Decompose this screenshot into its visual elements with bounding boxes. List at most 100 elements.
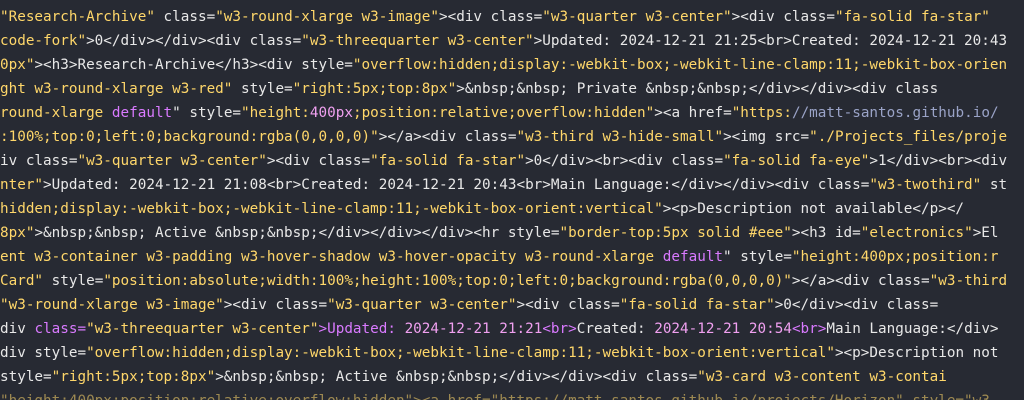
code-token: div [0,321,35,337]
code-token: ><div class= [223,297,328,313]
code-token: "height:400px;position:relative;overflow… [0,393,998,400]
code-token: ><img src= [723,129,810,145]
code-token: <br> [542,321,577,337]
code-token: "border-top:5px solid #eee" [559,225,792,241]
code-line: code-fork">0</div></div><div class="w3-t… [0,29,1007,53]
code-token: ></a><div class= [791,273,930,289]
code-token: "https: [731,105,792,121]
code-token: 400px [309,105,353,121]
code-token: "height: [241,105,310,121]
code-line: "height:400px;position:relative;overflow… [0,389,998,400]
code-token: :100%;top:0;left:0;background:rgba(0,0,0… [0,129,379,145]
code-token: ><h3>Research-Archive</h3><div style= [34,57,353,73]
code-token: "w3-twothird" [869,177,982,193]
code-token: st [981,177,1008,193]
code-token: ><h3 id= [791,225,861,241]
code-token: ></a><div class= [378,129,517,145]
code-line: nter">Updated: 2024-12-21 21:08<br>Creat… [0,173,1007,197]
code-line: div style="overflow:hidden;display:-webk… [0,341,998,365]
code-line: Card" style="position:absolute;width:100… [0,269,1007,293]
code-editor[interactable]: "Research-Archive" class="w3-round-xlarg… [0,0,1024,400]
code-line: 0px"><h3>Research-Archive</h3><div style… [0,53,1007,77]
code-token: code-fork" [0,33,87,49]
code-line: ent w3-container w3-padding w3-hover-sha… [0,245,999,269]
code-token: "overflow:hidden;display:-webkit-box;-we… [352,57,1008,73]
code-line: :100%;top:0;left:0;background:rgba(0,0,0… [0,125,1007,149]
code-token: ><p>Description not available</p></ [662,201,965,217]
code-token: "w3-quarter w3-center" [327,297,517,313]
code-token: "w3-threequarter w3-center" [301,33,534,49]
code-token: >0</div><div class= [774,297,939,313]
code-token: "fa-solid fa-star" [834,9,990,25]
code-token: ><div class= [266,153,371,169]
code-token: default [662,249,724,265]
code-token: ent w3-container w3-padding w3-hover-sha… [0,249,663,265]
code-token: Created: [576,321,655,337]
code-token: "w3-card w3-content w3-contai [697,369,947,385]
code-token: "fa-solid fa-eye" [723,153,870,169]
code-token: 2024-12-21 21:21 [404,321,543,337]
code-token: <br> [791,321,827,337]
code-line: "w3-round-xlarge w3-image"><div class="w… [0,293,938,317]
code-token: >1</div><br><div [869,153,1008,169]
code-token: ><a href= [654,105,732,121]
code-token: ght w3-round-xlarge w3-red" [0,81,233,97]
code-token: hidden;display:-webkit-box;-webkit-line-… [0,201,663,217]
code-token: div style= [0,345,87,361]
code-token: >&nbsp;&nbsp; Active &nbsp;&nbsp;</div><… [34,225,560,241]
code-token: >Updated: 2024-12-21 21:25<br>Created: 2… [533,33,1008,49]
code-token: "w3-round-xlarge w3-image" [0,297,224,313]
code-token: "fa-solid fa-star" [370,153,526,169]
code-token: "w3-threequarter w3-center" [86,321,319,337]
code-token: >0</div></div><div class= [86,33,302,49]
code-token: "./Projects_files/proje [809,129,1008,145]
code-token: > [439,9,448,25]
code-token: "position:absolute;width:100%;height:100… [103,273,792,289]
code-token: "Research-Archive" [0,9,155,25]
code-line: round-xlarge default" style="height:400p… [0,101,999,125]
code-token: <div class= [447,9,543,25]
code-token: >&nbsp;&nbsp; Active &nbsp;&nbsp;</div><… [215,369,698,385]
code-token: "right:5px;top:8px" [51,369,216,385]
code-token: >&nbsp;&nbsp; Private &nbsp;&nbsp;</div>… [456,81,939,97]
code-token: class= [154,9,216,25]
code-token: style= [0,369,52,385]
code-token: iv class= [0,153,78,169]
code-line: 8px">&nbsp;&nbsp; Active &nbsp;&nbsp;</d… [0,221,999,245]
code-token: default [111,105,173,121]
code-token: "electronics" [860,225,973,241]
code-token: >0</div><br><div class= [525,153,724,169]
code-token: ;position:relative;overflow:hidden" [352,105,655,121]
code-line: div class="w3-threequarter w3-center">Up… [0,317,999,341]
code-token: "overflow:hidden;display:-webkit-box;-we… [86,345,835,361]
code-token: ><div class= [731,9,835,25]
code-token: "right:5px;top:8px" [292,81,457,97]
code-token: 2024-12-21 20:54 [654,321,792,337]
code-line: iv class="w3-quarter w3-center"><div cla… [0,149,1007,173]
code-token: style= [232,81,293,97]
code-token: "height:400px;position:r [791,249,999,265]
code-token: //matt-santos.github.io/ [791,105,999,121]
code-token: " style= [172,105,242,121]
code-token: Main Language:</div> [826,321,999,337]
code-token: ><p>Description not [834,345,999,361]
code-token: ><div class= [516,297,620,313]
code-token: Card" [0,273,44,289]
code-token: "fa-solid fa-star" [619,297,775,313]
code-token: "w3-quarter w3-center" [542,9,732,25]
code-line: ght w3-round-xlarge w3-red" style="right… [0,77,938,101]
code-token: "w3-third [929,273,1008,289]
code-line: style="right:5px;top:8px">&nbsp;&nbsp; A… [0,365,947,389]
code-token: >Updated: 2024-12-21 21:08<br>Created: 2… [43,177,870,193]
code-token: >El [972,225,999,241]
code-token: round-xlarge [0,105,112,121]
code-token: 0px" [0,57,35,73]
code-line: hidden;display:-webkit-box;-webkit-line-… [0,197,964,221]
code-line: "Research-Archive" class="w3-round-xlarg… [0,5,990,29]
code-token: 8px" [0,225,35,241]
code-token: style= [43,273,104,289]
code-token: class= [34,321,87,337]
code-token: "w3-third w3-hide-small" [516,129,724,145]
code-token: "w3-round-xlarge w3-image" [215,9,439,25]
code-token: " style= [723,249,792,265]
